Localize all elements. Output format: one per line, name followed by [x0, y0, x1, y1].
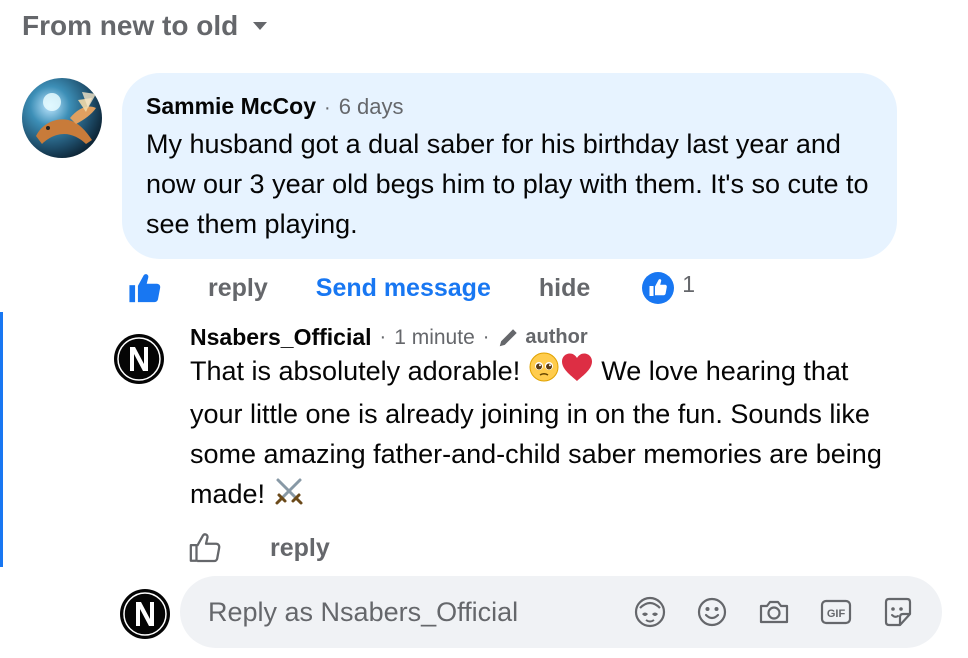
comment-author[interactable]: Sammie McCoy: [146, 93, 316, 120]
reply-input[interactable]: [206, 595, 632, 629]
reply-author[interactable]: Nsabers_Official: [190, 324, 372, 351]
composer-avatar: [120, 589, 170, 639]
comment-text: My husband got a dual saber for his birt…: [146, 129, 869, 239]
like-icon[interactable]: [128, 271, 162, 305]
svg-text:GIF: GIF: [827, 608, 846, 620]
reply-author-avatar[interactable]: [114, 334, 164, 384]
meta-separator: ·: [482, 326, 490, 348]
camera-icon[interactable]: [756, 594, 792, 630]
reply-text-part1: That is absolutely adorable!: [190, 356, 521, 386]
hide-button[interactable]: hide: [539, 274, 590, 303]
send-message-button[interactable]: Send message: [316, 274, 491, 303]
meta-separator: ·: [379, 326, 387, 348]
emoji-icon[interactable]: [694, 594, 730, 630]
reply-time[interactable]: 1 minute: [394, 326, 475, 350]
author-badge-label: author: [525, 326, 588, 348]
reply-composer: GIF: [180, 576, 942, 648]
sort-label: From new to old: [22, 10, 239, 41]
author-badge: author: [497, 326, 588, 349]
commenter-avatar[interactable]: [22, 78, 102, 158]
thread-indicator: [0, 312, 3, 567]
comment-time[interactable]: 6 days: [339, 94, 404, 120]
pencil-icon: [497, 327, 519, 349]
reply-comment: Nsabers_Official · 1 minute · author Tha…: [190, 324, 890, 518]
comment-actions: reply Send message hide 1: [128, 270, 695, 306]
meta-separator: ·: [324, 97, 331, 119]
comment-bubble: Sammie McCoy · 6 days My husband got a d…: [122, 73, 897, 259]
crossed-swords-emoji: [273, 475, 305, 518]
reply-text: That is absolutely adorable! We love hea…: [190, 351, 890, 518]
like-badge-icon: [642, 272, 675, 304]
like-outline-icon[interactable]: [188, 531, 222, 565]
sort-dropdown[interactable]: From new to old: [22, 10, 268, 42]
gif-icon[interactable]: GIF: [818, 594, 854, 630]
like-count[interactable]: 1: [682, 271, 695, 298]
avatar-sticker-icon[interactable]: [632, 594, 668, 630]
reply-button[interactable]: reply: [270, 534, 330, 563]
chevron-down-icon: [252, 21, 268, 31]
sticker-icon[interactable]: [880, 594, 916, 630]
heart-emoji: [560, 351, 594, 394]
reply-actions: reply: [188, 530, 330, 566]
reply-button[interactable]: reply: [208, 274, 268, 303]
pleading-face-emoji: [528, 351, 560, 394]
